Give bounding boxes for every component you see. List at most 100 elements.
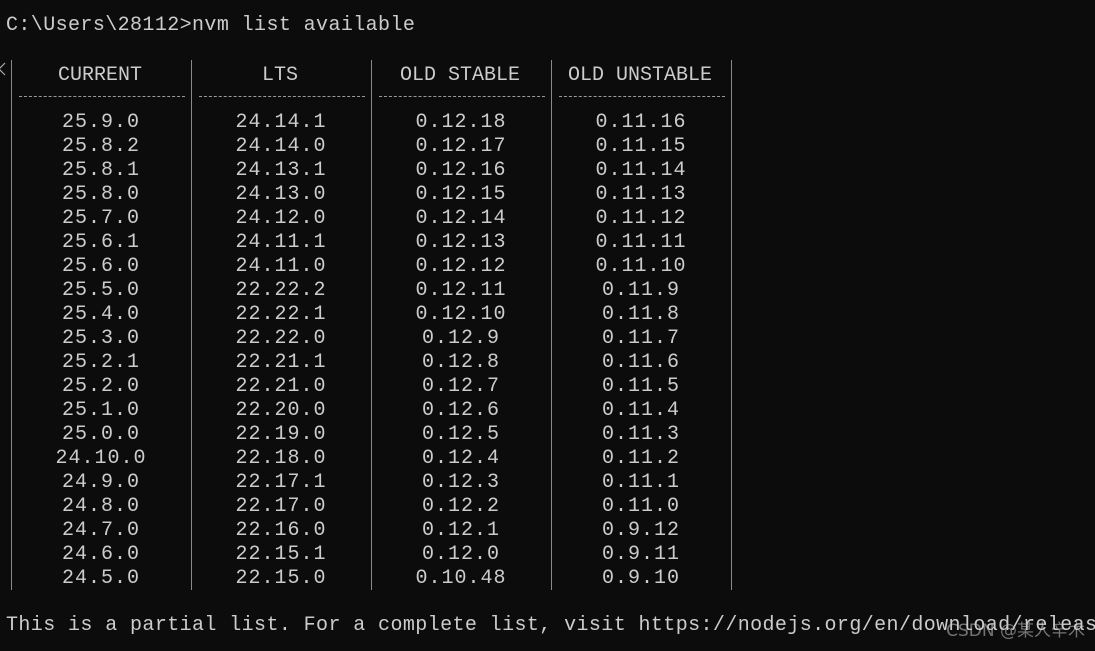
version-cell: 22.22.2 — [235, 279, 327, 302]
version-cell: 0.11.3 — [601, 423, 680, 446]
version-cell: 0.11.8 — [601, 303, 680, 326]
header-underline — [199, 96, 365, 97]
version-cell: 24.13.1 — [235, 159, 327, 182]
version-cell: 25.4.0 — [61, 303, 140, 326]
version-cell: 0.11.13 — [595, 183, 687, 206]
version-cell: 22.18.0 — [235, 447, 327, 470]
version-cell: 25.6.0 — [61, 255, 140, 278]
version-cell: 25.8.1 — [61, 159, 140, 182]
version-cell: 0.12.8 — [421, 351, 500, 374]
version-cell: 22.21.0 — [235, 375, 327, 398]
version-cell: 0.12.1 — [421, 519, 500, 542]
version-cell: 0.11.4 — [601, 399, 680, 422]
version-cell: 0.11.14 — [595, 159, 687, 182]
version-cell: 0.12.9 — [421, 327, 500, 350]
version-cell: 22.15.1 — [235, 543, 327, 566]
version-cell: 24.14.0 — [235, 135, 327, 158]
column-header-old-stable: OLD STABLE — [399, 64, 521, 87]
version-cell: 0.11.9 — [601, 279, 680, 302]
version-cell: 0.12.0 — [421, 543, 500, 566]
version-cell: 0.12.4 — [421, 447, 500, 470]
version-cell: 0.12.11 — [415, 279, 507, 302]
version-cell: 0.11.15 — [595, 135, 687, 158]
version-table: CURRENT LTS OLD STABLE OLD UNSTABLE 25.9… — [11, 60, 733, 590]
version-cell: 24.10.0 — [55, 447, 147, 470]
version-cell: 0.12.10 — [415, 303, 507, 326]
version-cell: 25.9.0 — [61, 111, 140, 134]
version-cell: 24.5.0 — [61, 567, 140, 590]
header-underline — [379, 96, 545, 97]
column-old-unstable: 0.11.16 0.11.15 0.11.14 0.11.13 0.11.12 0.11.… — [553, 111, 729, 591]
version-cell: 25.6.1 — [61, 231, 140, 254]
column-header-old-unstable: OLD UNSTABLE — [567, 64, 713, 87]
column-divider — [551, 60, 552, 590]
version-cell: 0.12.16 — [415, 159, 507, 182]
partial-list-message: This is a partial list. For a complete l… — [6, 614, 1095, 637]
version-cell: 0.11.16 — [595, 111, 687, 134]
version-cell: 0.12.18 — [415, 111, 507, 134]
version-cell: 0.12.12 — [415, 255, 507, 278]
version-cell: 0.11.11 — [595, 231, 687, 254]
version-cell: 0.9.11 — [601, 543, 680, 566]
version-cell: 25.7.0 — [61, 207, 140, 230]
column-lts: 24.14.1 24.14.0 24.13.1 24.13.0 24.12.0 24.11… — [193, 111, 369, 591]
version-cell: 0.11.5 — [601, 375, 680, 398]
version-cell: 0.11.10 — [595, 255, 687, 278]
version-cell: 0.12.2 — [421, 495, 500, 518]
version-cell: 25.0.0 — [61, 423, 140, 446]
version-cell: 0.10.48 — [415, 567, 507, 590]
column-current: 25.9.0 25.8.2 25.8.1 25.8.0 25.7.0 25.6.1 25.6… — [13, 111, 189, 591]
watermark: CSDN @某人辛木 — [946, 621, 1085, 641]
version-cell: 0.11.7 — [601, 327, 680, 350]
version-cell: 25.1.0 — [61, 399, 140, 422]
version-cell: 0.12.5 — [421, 423, 500, 446]
version-cell: 24.6.0 — [61, 543, 140, 566]
column-header-lts: LTS — [261, 64, 298, 87]
version-cell: 25.2.1 — [61, 351, 140, 374]
table-border-left — [11, 60, 12, 590]
column-divider — [191, 60, 192, 590]
version-cell: 22.20.0 — [235, 399, 327, 422]
version-cell: 24.11.1 — [235, 231, 327, 254]
version-cell: 0.12.6 — [421, 399, 500, 422]
version-cell: 25.8.0 — [61, 183, 140, 206]
version-cell: 22.22.0 — [235, 327, 327, 350]
column-header-current: CURRENT — [57, 64, 142, 87]
version-cell: 0.12.3 — [421, 471, 500, 494]
column-divider — [371, 60, 372, 590]
version-cell: 0.12.13 — [415, 231, 507, 254]
version-cell: 24.12.0 — [235, 207, 327, 230]
command-prompt-line: C:\Users\28112>nvm list available — [6, 14, 416, 37]
version-cell: 22.16.0 — [235, 519, 327, 542]
version-cell: 0.11.6 — [601, 351, 680, 374]
version-cell: 22.19.0 — [235, 423, 327, 446]
version-cell: 24.9.0 — [61, 471, 140, 494]
version-cell: 0.9.12 — [601, 519, 680, 542]
version-cell: 0.11.1 — [601, 471, 680, 494]
version-cell: 25.3.0 — [61, 327, 140, 350]
version-cell: 0.11.0 — [601, 495, 680, 518]
version-cell: 0.11.2 — [601, 447, 680, 470]
header-underline — [19, 96, 185, 97]
version-cell: 22.17.1 — [235, 471, 327, 494]
version-cell: 24.11.0 — [235, 255, 327, 278]
version-cell: 22.17.0 — [235, 495, 327, 518]
version-cell: 25.8.2 — [61, 135, 140, 158]
terminal-window[interactable]: C:\Users\28112>nvm list available CURREN… — [0, 0, 1095, 651]
version-cell: 0.9.10 — [601, 567, 680, 590]
version-cell: 24.7.0 — [61, 519, 140, 542]
version-cell: 24.13.0 — [235, 183, 327, 206]
version-cell: 22.15.0 — [235, 567, 327, 590]
version-cell: 22.22.1 — [235, 303, 327, 326]
version-cell: 0.12.14 — [415, 207, 507, 230]
version-cell: 24.8.0 — [61, 495, 140, 518]
table-border-right — [731, 60, 732, 590]
chevron-left-icon — [0, 62, 6, 76]
version-cell: 25.2.0 — [61, 375, 140, 398]
version-cell: 0.11.12 — [595, 207, 687, 230]
version-cell: 0.12.17 — [415, 135, 507, 158]
version-cell: 0.12.7 — [421, 375, 500, 398]
version-cell: 22.21.1 — [235, 351, 327, 374]
version-cell: 0.12.15 — [415, 183, 507, 206]
version-cell: 24.14.1 — [235, 111, 327, 134]
